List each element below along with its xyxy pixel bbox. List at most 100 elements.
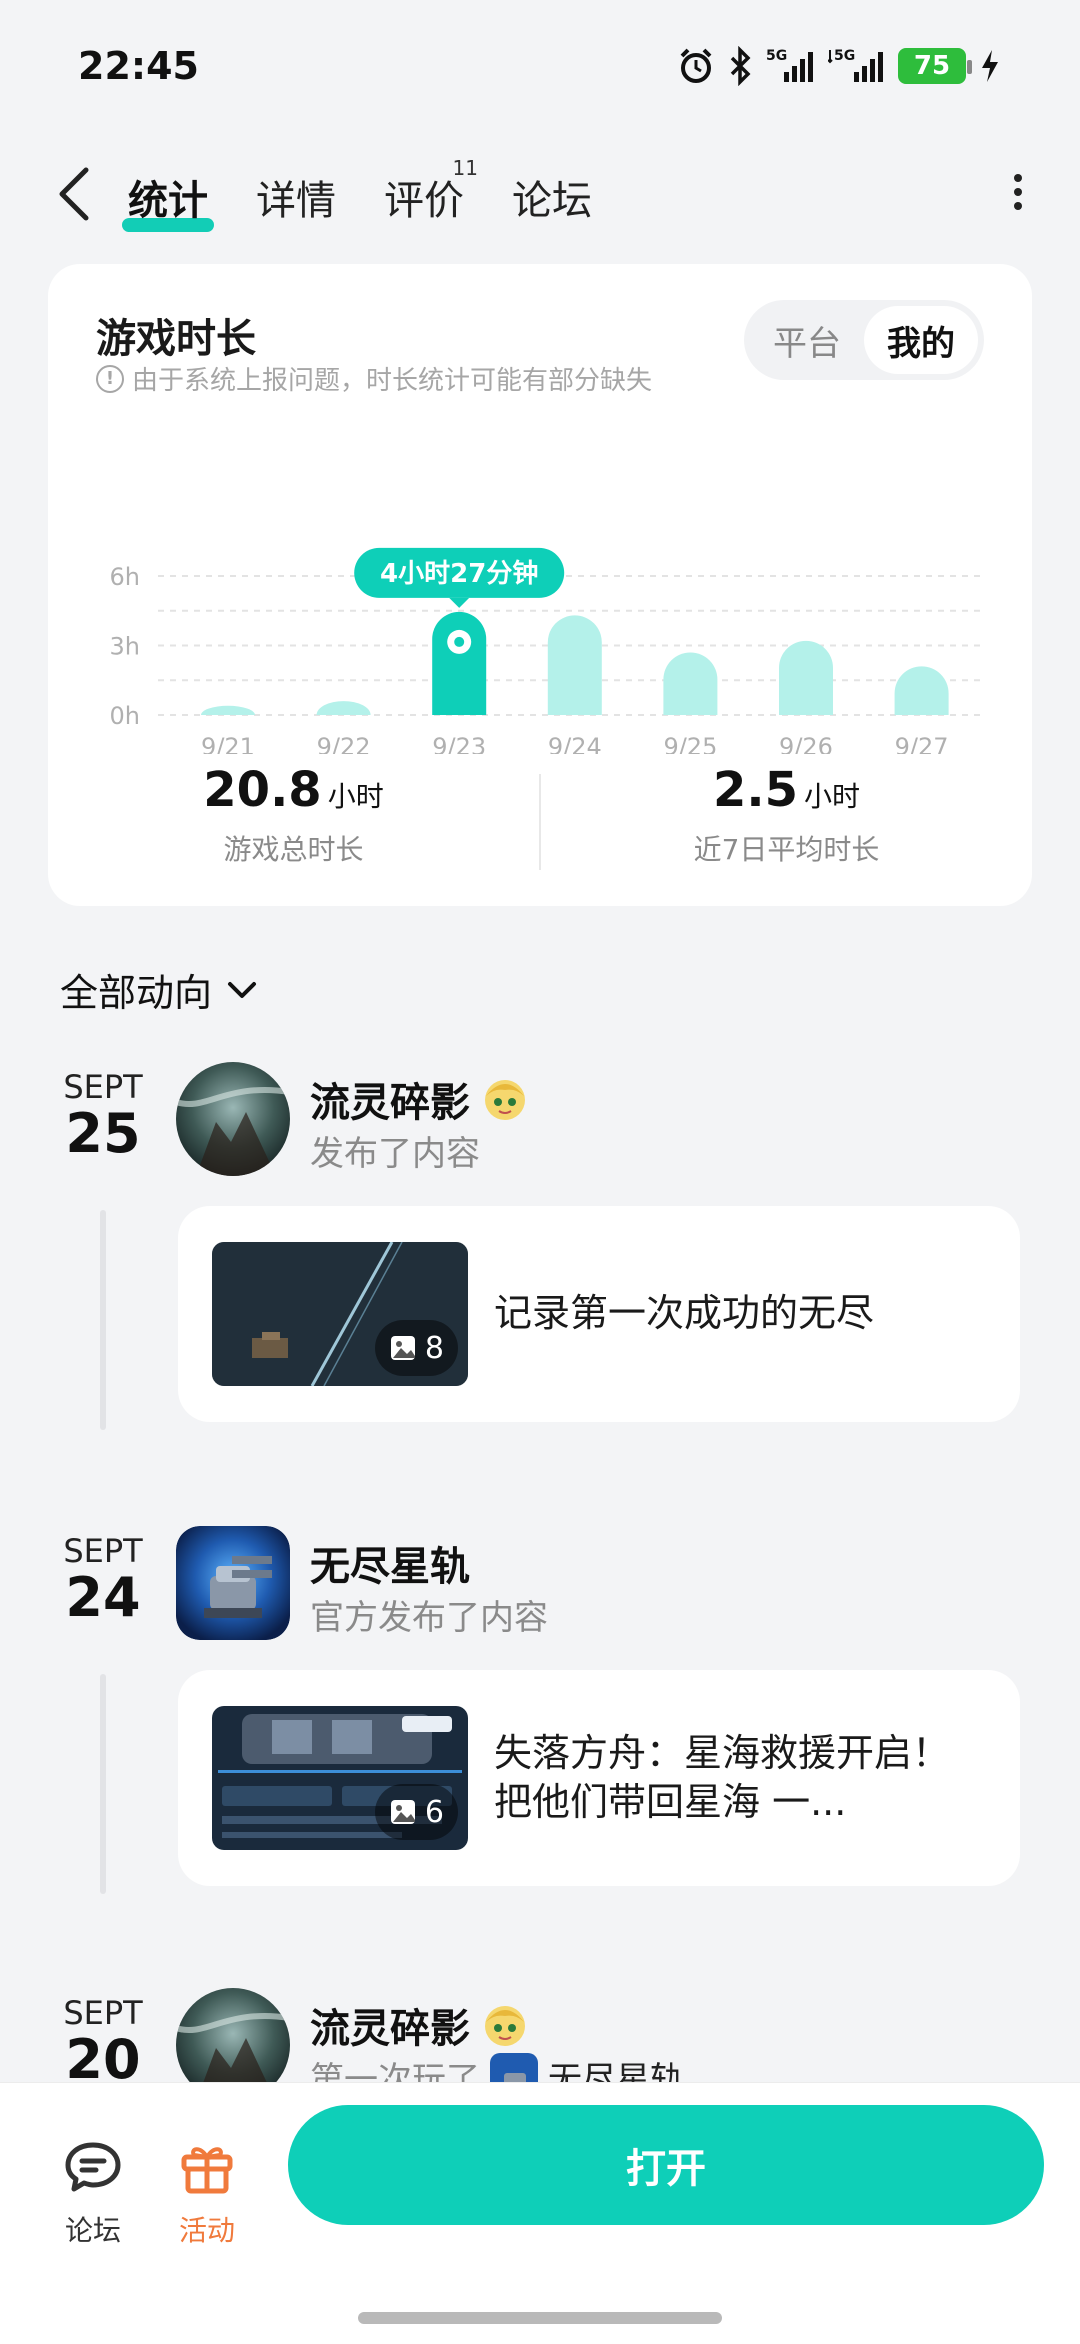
user-badge-icon (485, 2006, 525, 2046)
forum-chat-icon (65, 2142, 121, 2192)
user-avatar-image (176, 1062, 290, 1176)
user-badge-icon (485, 1080, 525, 1120)
feed-day: 25 (65, 1102, 141, 1165)
feed-action: 官方发布了内容 (310, 1598, 548, 1638)
chart-bar[interactable] (201, 705, 255, 715)
more-options-icon[interactable] (1008, 168, 1028, 218)
user-avatar[interactable] (176, 1062, 290, 1176)
5g-signal-icon: 5G (766, 48, 813, 82)
post-card[interactable]: 6 失落方舟：星海救援开启！把他们带回星海 一... (178, 1670, 1020, 1886)
chart-bar[interactable] (779, 640, 833, 715)
chart-x-tick-label: 9/21 (201, 733, 255, 754)
chart-bar[interactable] (316, 701, 371, 715)
feed-item: SEPT 24 无尽星轨 官方发布了内容 6 失落方舟：星海救援开启！把他们带回… (0, 1524, 1080, 1894)
home-indicator[interactable] (358, 2312, 722, 2324)
chart-bar[interactable] (547, 615, 602, 715)
5g-signal-icon: 5G (828, 48, 883, 82)
chart-x-tick-label: 9/22 (317, 733, 371, 754)
tab-stats-label: 统计 (128, 178, 208, 224)
chart-x-tick-label: 9/23 (432, 733, 486, 754)
alarm-icon (680, 48, 712, 83)
chart-tooltip-pointer (449, 597, 470, 608)
game-avatar[interactable] (176, 1526, 290, 1640)
tab-forum[interactable]: 论坛 (512, 160, 592, 234)
post-title: 记录第一次成功的无尽 (494, 1206, 980, 1422)
card-note-text: 由于系统上报问题，时长统计可能有部分缺失 (132, 366, 653, 396)
status-bar: 22:45 5G 5G 75 (0, 0, 1080, 130)
average-time-summary: 2.5 小时 近7日平均时长 (541, 762, 1032, 882)
feed-action: 发布了内容 (310, 1134, 480, 1174)
total-time-label: 游戏总时长 (223, 833, 364, 866)
bluetooth-icon (730, 46, 751, 86)
toggle-platform[interactable]: 平台 (750, 306, 864, 374)
timeline-line (100, 1210, 106, 1430)
post-title: 失落方舟：星海救援开启！把他们带回星海 一... (494, 1670, 980, 1886)
tab-details[interactable]: 详情 (256, 160, 336, 234)
chevron-down-icon (228, 981, 257, 998)
post-thumbnail: 8 (212, 1242, 468, 1386)
summary-row: 20.8 小时 游戏总时长 2.5 小时 近7日平均时长 (48, 762, 1032, 882)
status-time: 22:45 (78, 44, 199, 88)
back-icon[interactable] (52, 164, 96, 224)
info-icon: ! (96, 364, 124, 393)
game-icon-image (176, 1526, 290, 1640)
timeline-line (100, 1674, 106, 1894)
image-count: 6 (424, 1794, 444, 1830)
activity-label: 活动 (178, 2214, 235, 2247)
feed-month: SEPT (63, 1532, 143, 1570)
feed-username-text: 流灵碎影 (310, 1080, 470, 1126)
tab-stats[interactable]: 统计 (122, 160, 214, 234)
feed-item: SEPT 25 流灵碎影 发布了内容 8 记录第一次成功的无尽 (0, 1060, 1080, 1430)
post-title-text: 失落方舟：星海救援开启！把他们带回星海 一... (494, 1730, 951, 1824)
post-title-text: 记录第一次成功的无尽 (494, 1291, 875, 1336)
chart-bar-highlighted[interactable] (432, 611, 487, 715)
gift-icon (181, 2147, 233, 2194)
post-thumbnail: 6 (212, 1706, 468, 1850)
feed-username[interactable]: 流灵碎影 (310, 1996, 528, 2054)
feed-day: 24 (65, 1566, 141, 1629)
status-icons: 5G 5G 75 (676, 46, 1002, 86)
chart-x-tick-label: 9/27 (895, 733, 949, 754)
feed-username[interactable]: 流灵碎影 (310, 1070, 528, 1128)
image-count-badge: 8 (374, 1320, 458, 1376)
feed-username[interactable]: 无尽星轨 (310, 1534, 470, 1592)
battery-icon: 75 (898, 48, 972, 84)
chart-selected-dot-center (454, 636, 465, 647)
card-note: ! 由于系统上报问题，时长统计可能有部分缺失 (96, 360, 652, 397)
play-time-chart: 6h 3h 0h 9/21 9/22 9/23 4小时27分钟 9/24 9/25 9/26 9/2… (110, 547, 986, 754)
play-time-card: 游戏时长 ! 由于系统上报问题，时长统计可能有部分缺失 平台 我的 6h 3h 0h… (48, 264, 1032, 906)
toggle-mine[interactable]: 我的 (864, 306, 978, 374)
chart-x-tick-label: 9/25 (663, 733, 717, 754)
image-icon (390, 1800, 415, 1824)
image-icon (390, 1336, 415, 1360)
feed-username-text: 无尽星轨 (310, 1544, 470, 1590)
chart-bar[interactable] (894, 666, 949, 715)
feed-date: SEPT 20 (58, 1994, 148, 2089)
svg-text:5G: 5G (766, 48, 787, 64)
total-time-value: 20.8 (203, 762, 322, 818)
scope-toggle: 平台 我的 (744, 300, 984, 380)
bottom-action-bar: 论坛 活动 打开 (0, 2082, 1080, 2344)
chart-bar[interactable] (663, 652, 718, 715)
feed-username-text: 流灵碎影 (310, 2006, 470, 2052)
activity-button[interactable]: 活动 (162, 2139, 252, 2249)
chart-tooltip-text: 4小时27分钟 (380, 558, 538, 589)
filter-label: 全部动向 (60, 971, 213, 1015)
open-game-button[interactable]: 打开 (288, 2105, 1044, 2225)
feed-day: 20 (65, 2028, 141, 2091)
top-nav: 统计 详情 评价 11 论坛 (0, 150, 1080, 240)
image-count-badge: 6 (374, 1784, 458, 1840)
average-time-label: 近7日平均时长 (693, 833, 880, 866)
charging-icon (982, 50, 998, 82)
reviews-count-badge: 11 (452, 156, 478, 180)
tab-reviews[interactable]: 评价 11 (384, 156, 478, 234)
forum-label: 论坛 (64, 2214, 121, 2247)
feed-date: SEPT 24 (58, 1532, 148, 1627)
chart-x-tick-label: 9/26 (779, 733, 833, 754)
average-time-unit: 小时 (804, 780, 861, 813)
chart-y-tick-label: 0h (110, 702, 140, 730)
feed-date: SEPT 25 (58, 1068, 148, 1163)
post-card[interactable]: 8 记录第一次成功的无尽 (178, 1206, 1020, 1422)
activity-filter-dropdown[interactable]: 全部动向 (60, 962, 260, 1017)
forum-button[interactable]: 论坛 (48, 2139, 138, 2249)
